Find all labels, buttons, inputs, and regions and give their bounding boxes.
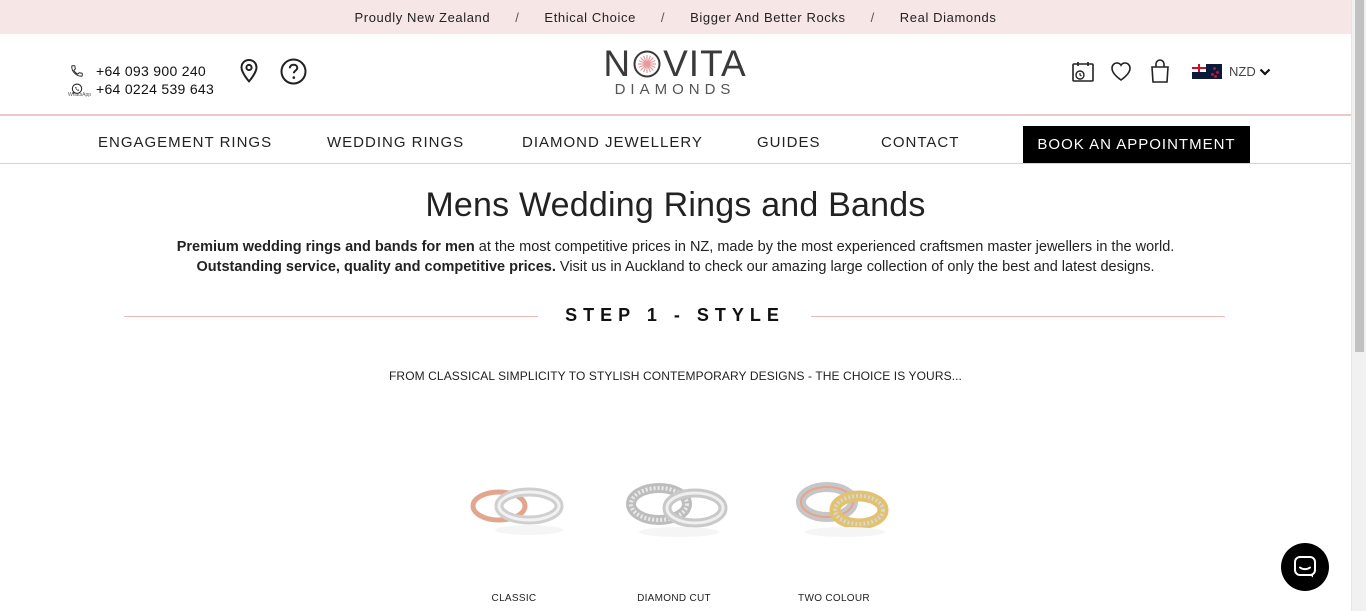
style-card-two-colour[interactable]: TWO COLOUR xyxy=(754,470,914,604)
chat-icon xyxy=(1293,555,1317,579)
help-icon[interactable] xyxy=(280,58,307,90)
shopping-bag-icon[interactable] xyxy=(1149,58,1171,89)
promo-item: Ethical Choice xyxy=(544,9,636,25)
two-colour-rings-image xyxy=(769,470,899,550)
intro-bold: Outstanding service, quality and competi… xyxy=(196,259,556,275)
logo-wordmark: N VITA xyxy=(603,43,747,84)
divider xyxy=(124,316,538,317)
currency-selector[interactable]: NZD xyxy=(1192,64,1271,79)
page-title: Mens Wedding Rings and Bands xyxy=(425,186,926,224)
nav-contact[interactable]: CONTACT xyxy=(881,134,959,151)
phone-number: +64 093 900 240 xyxy=(96,63,206,79)
step-label: STEP 1 - STYLE xyxy=(565,305,785,325)
classic-rings-image xyxy=(449,470,579,550)
intro-line: Premium wedding rings and bands for men … xyxy=(0,237,1351,257)
divider xyxy=(811,316,1225,317)
site-logo[interactable]: N VITA DIAMONDS xyxy=(603,43,747,98)
style-name: DIAMOND CUT xyxy=(637,593,711,604)
book-appointment-button[interactable]: BOOK AN APPOINTMENT xyxy=(1023,126,1250,163)
scrollbar-thumb[interactable] xyxy=(1355,0,1364,352)
chat-button[interactable] xyxy=(1281,543,1329,591)
intro-line: Outstanding service, quality and competi… xyxy=(0,257,1351,277)
promo-item: Real Diamonds xyxy=(899,9,997,25)
appointment-icon[interactable] xyxy=(1071,60,1095,89)
intro-rest: at the most competitive prices in NZ, ma… xyxy=(474,239,1175,255)
chevron-down-icon xyxy=(1259,67,1271,77)
intro-rest: Visit us in Auckland to check our amazin… xyxy=(555,259,1155,275)
contact-block: +64 093 900 240 +64 0224 539 643 WhatsAp… xyxy=(68,62,214,98)
diamond-cut-rings-image xyxy=(609,470,739,550)
style-card-diamond-cut[interactable]: DIAMOND CUT xyxy=(594,470,754,604)
main-nav: ENGAGEMENT RINGS WEDDING RINGS DIAMOND J… xyxy=(0,116,1351,164)
logo-star-icon xyxy=(632,49,662,79)
whatsapp-label: WhatsApp xyxy=(68,92,92,98)
nav-wedding-rings[interactable]: WEDDING RINGS xyxy=(327,134,464,151)
page-scrollbar[interactable] xyxy=(1351,0,1366,611)
nav-engagement-rings[interactable]: ENGAGEMENT RINGS xyxy=(98,134,272,151)
site-header: +64 093 900 240 +64 0224 539 643 WhatsAp… xyxy=(0,34,1351,116)
nav-guides[interactable]: GUIDES xyxy=(757,134,821,151)
phone-icon xyxy=(70,63,90,79)
intro-text: Premium wedding rings and bands for men … xyxy=(0,237,1351,277)
logo-letter-n: N xyxy=(603,43,632,84)
logo-letters-vita: VITA xyxy=(663,43,747,84)
section-subtitle: FROM CLASSICAL SIMPLICITY TO STYLISH CON… xyxy=(389,369,962,383)
whatsapp-number: +64 0224 539 643 xyxy=(96,81,215,97)
style-card-classic[interactable]: CLASSIC xyxy=(434,470,594,604)
promo-item: Bigger And Better Rocks xyxy=(690,9,846,25)
step-heading: STEP 1 - STYLE xyxy=(124,305,1225,329)
nz-flag-icon xyxy=(1192,64,1222,79)
logo-subtext: DIAMONDS xyxy=(614,81,736,98)
nav-diamond-jewellery[interactable]: DIAMOND JEWELLERY xyxy=(522,134,703,151)
wishlist-heart-icon[interactable] xyxy=(1109,60,1133,87)
promo-item: Proudly New Zealand xyxy=(354,9,491,25)
intro-bold: Premium wedding rings and bands for men xyxy=(176,239,475,255)
style-name: TWO COLOUR xyxy=(798,593,870,604)
style-name: CLASSIC xyxy=(491,593,537,604)
location-pin-icon[interactable] xyxy=(238,58,260,89)
promo-bar: Proudly New Zealand / Ethical Choice / B… xyxy=(0,0,1351,34)
phone-link[interactable]: +64 093 900 240 xyxy=(70,62,214,80)
currency-code: NZD xyxy=(1229,64,1256,79)
whatsapp-link[interactable]: +64 0224 539 643 xyxy=(70,80,214,98)
